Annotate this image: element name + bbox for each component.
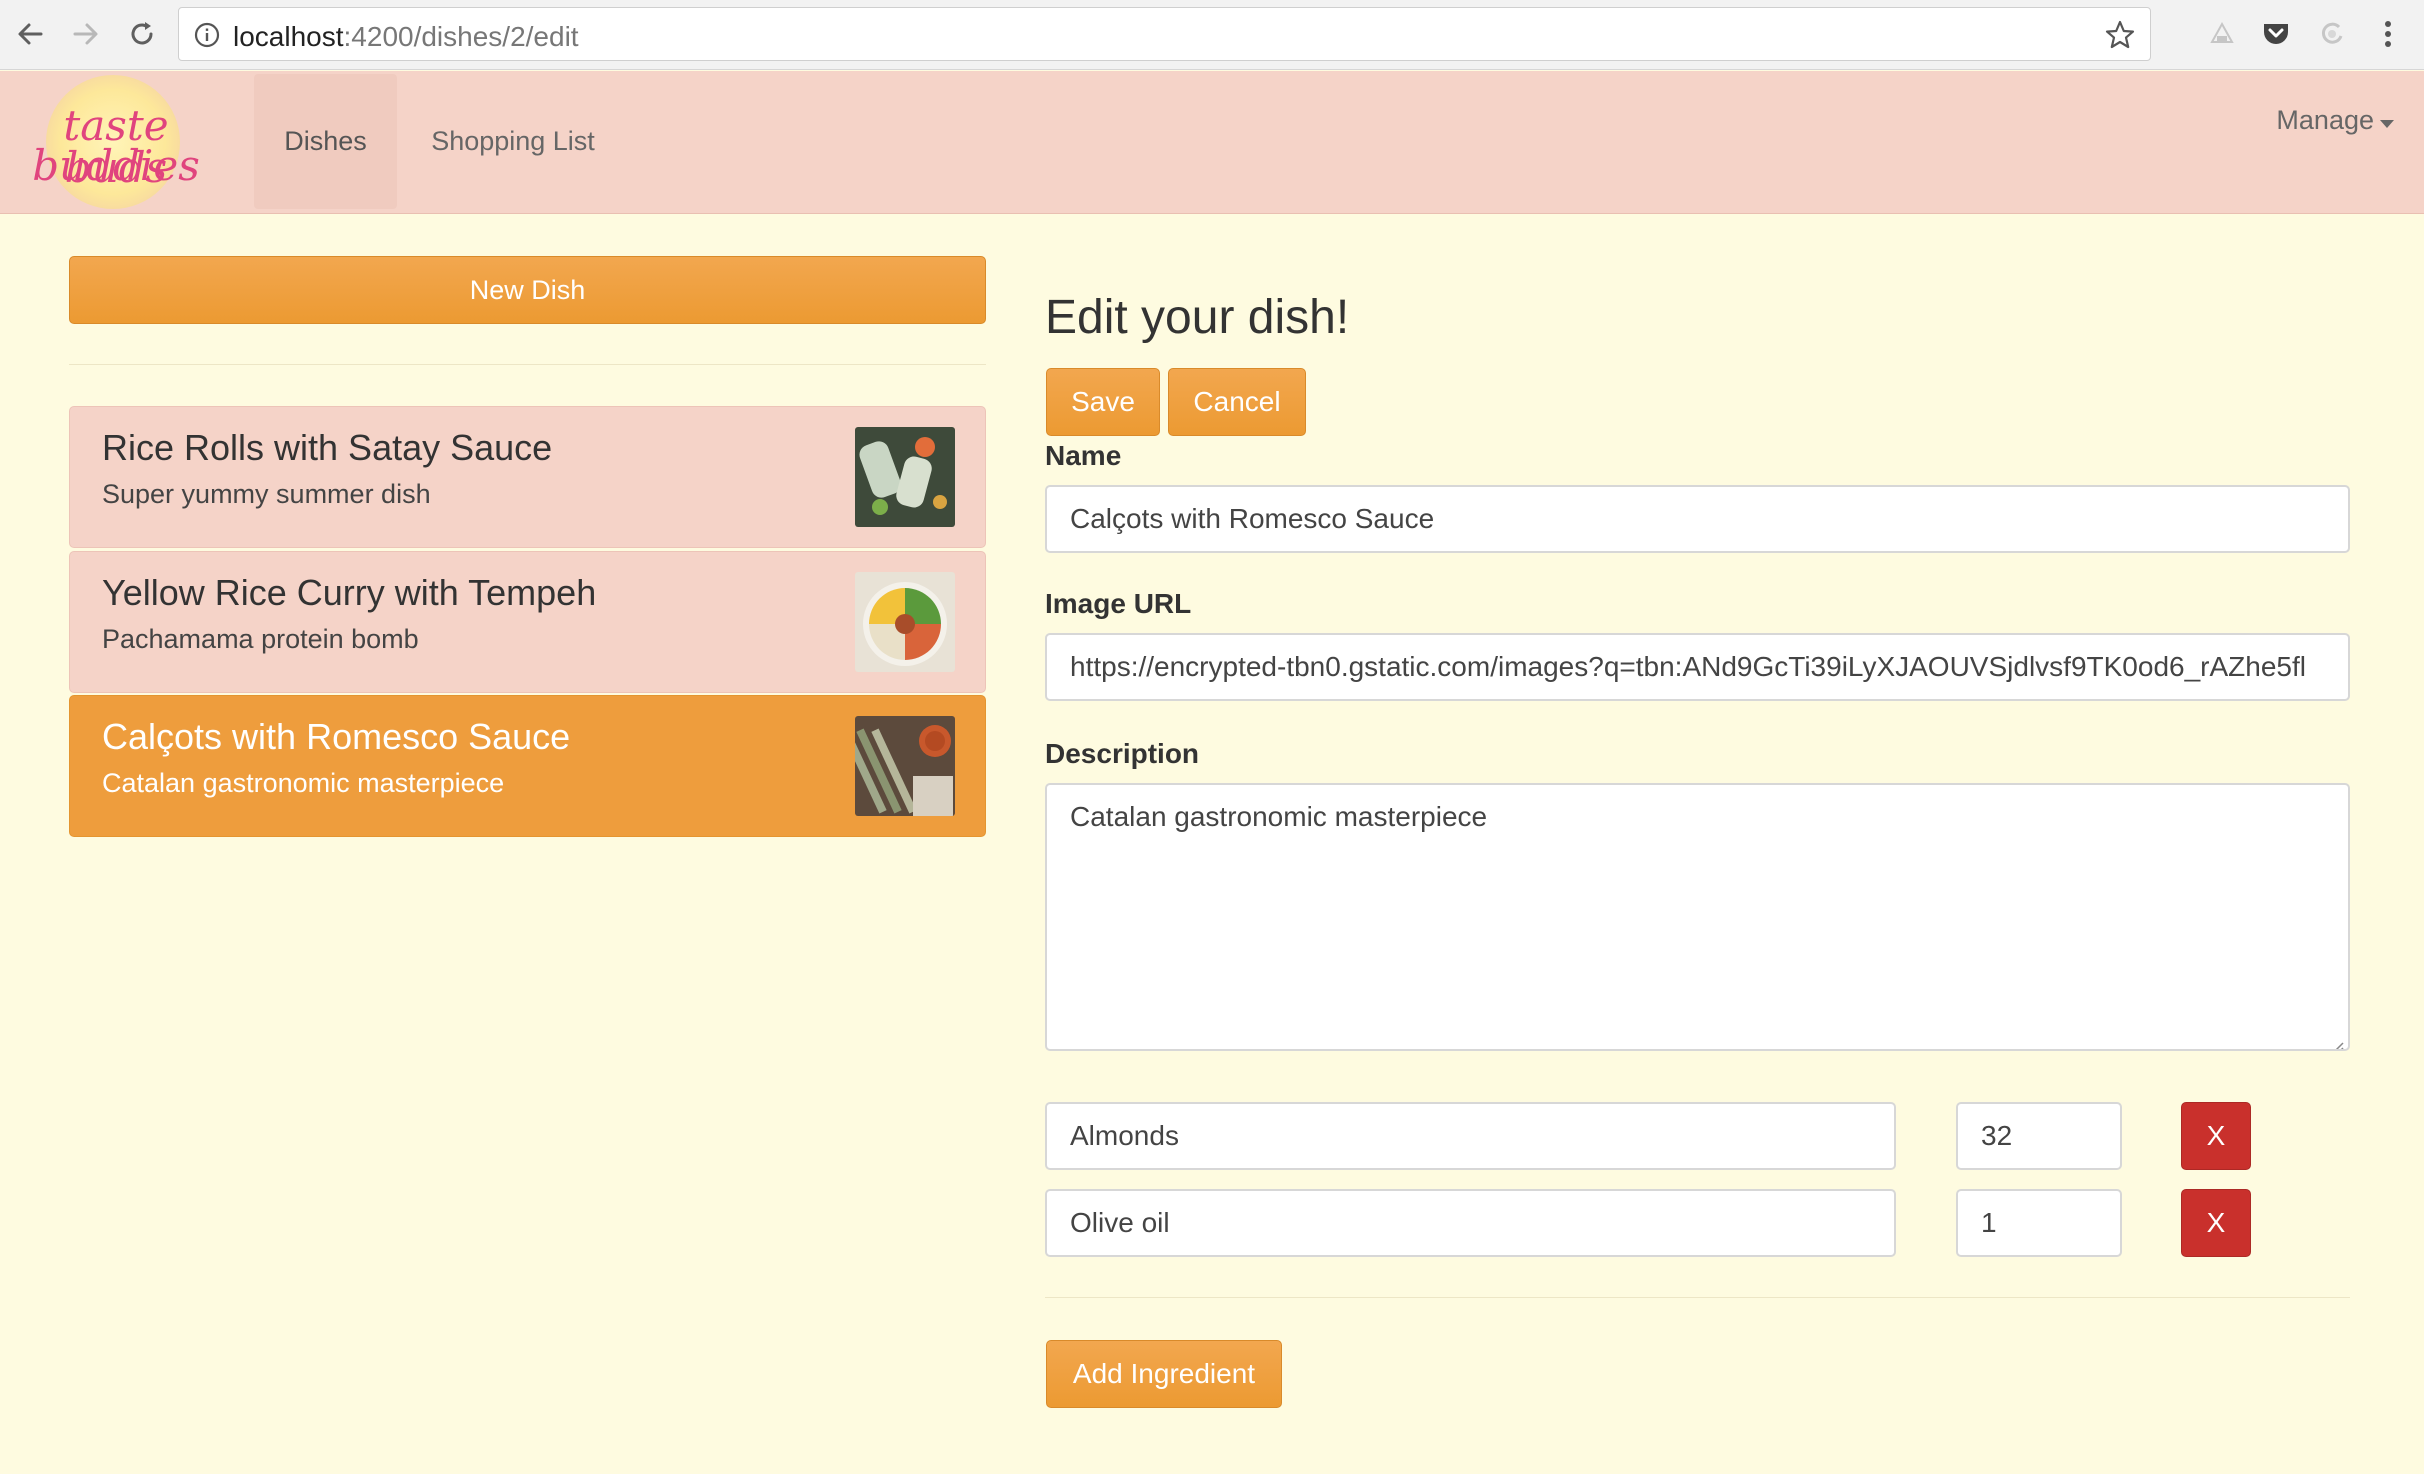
name-label: Name	[1045, 440, 1122, 471]
tab-shopping-list[interactable]: Shopping List	[410, 74, 616, 209]
browser-toolbar: localhost:4200/dishes/2/edit	[0, 0, 2424, 70]
dish-description: Catalan gastronomic masterpiece	[102, 768, 505, 798]
dish-name: Yellow Rice Curry with Tempeh	[102, 572, 597, 613]
url-text: localhost:4200/dishes/2/edit	[233, 21, 579, 53]
dish-description: Super yummy summer dish	[102, 479, 431, 509]
save-button[interactable]: Save	[1046, 368, 1160, 436]
ingredient-amount-input[interactable]: 1	[1956, 1189, 2122, 1257]
cancel-button[interactable]: Cancel	[1168, 368, 1306, 436]
ingredient-amount-input[interactable]: 32	[1956, 1102, 2122, 1170]
new-dish-button[interactable]: New Dish	[69, 256, 986, 324]
forward-arrow-icon[interactable]	[66, 14, 106, 54]
menu-dots-icon[interactable]	[2370, 16, 2406, 52]
divider	[69, 364, 986, 365]
dish-description: Pachamama protein bomb	[102, 624, 419, 654]
caret-down-icon	[2380, 105, 2394, 136]
reload-icon[interactable]	[122, 14, 162, 54]
tab-dishes[interactable]: Dishes	[254, 74, 397, 209]
app-navbar: taste buds buddies Dishes Shopping List …	[0, 71, 2424, 214]
description-label: Description	[1045, 738, 1200, 769]
dish-name: Calçots with Romesco Sauce	[102, 716, 571, 757]
page-title: Edit your dish!	[1045, 291, 1350, 344]
description-text: Catalan gastronomic masterpiece	[1070, 801, 1488, 832]
image-url-label: Image URL	[1045, 588, 1192, 619]
ingredient-name-input[interactable]: Olive oil	[1045, 1189, 1896, 1257]
info-icon[interactable]	[193, 21, 221, 54]
name-input[interactable]: Calçots with Romesco Sauce	[1045, 485, 2350, 553]
manage-label: Manage	[2276, 105, 2374, 135]
url-path: :4200/dishes/2/edit	[343, 21, 579, 52]
address-bar[interactable]: localhost:4200/dishes/2/edit	[178, 7, 2151, 61]
dish-thumbnail-image	[855, 427, 955, 527]
dish-thumbnail-image	[855, 572, 955, 672]
pocket-icon[interactable]	[2258, 16, 2294, 52]
remove-ingredient-button[interactable]: X	[2181, 1189, 2251, 1257]
extension-icon[interactable]	[2204, 16, 2240, 52]
image-url-input[interactable]: https://encrypted-tbn0.gstatic.com/image…	[1045, 633, 2350, 701]
dish-thumbnail-image	[855, 716, 955, 816]
star-icon[interactable]	[2104, 19, 2136, 56]
manage-dropdown[interactable]: Manage	[2276, 105, 2394, 136]
dish-list-item-active[interactable]: Calçots with Romesco Sauce Catalan gastr…	[69, 695, 986, 837]
divider	[1045, 1297, 2350, 1298]
ingredient-name-input[interactable]: Almonds	[1045, 1102, 1896, 1170]
logo[interactable]: taste buds buddies	[32, 75, 200, 209]
description-textarea[interactable]: Catalan gastronomic masterpiece	[1045, 783, 2350, 1051]
add-ingredient-button[interactable]: Add Ingredient	[1046, 1340, 1282, 1408]
url-host: localhost	[233, 21, 344, 52]
dish-list-item[interactable]: Rice Rolls with Satay Sauce Super yummy …	[69, 406, 986, 548]
back-arrow-icon[interactable]	[10, 14, 50, 54]
remove-ingredient-button[interactable]: X	[2181, 1102, 2251, 1170]
resize-handle-icon[interactable]	[2328, 1029, 2344, 1049]
dish-list-item[interactable]: Yellow Rice Curry with Tempeh Pachamama …	[69, 551, 986, 693]
sync-icon[interactable]	[2314, 16, 2350, 52]
dish-name: Rice Rolls with Satay Sauce	[102, 427, 553, 468]
logo-text-line2: buddies	[32, 141, 200, 190]
